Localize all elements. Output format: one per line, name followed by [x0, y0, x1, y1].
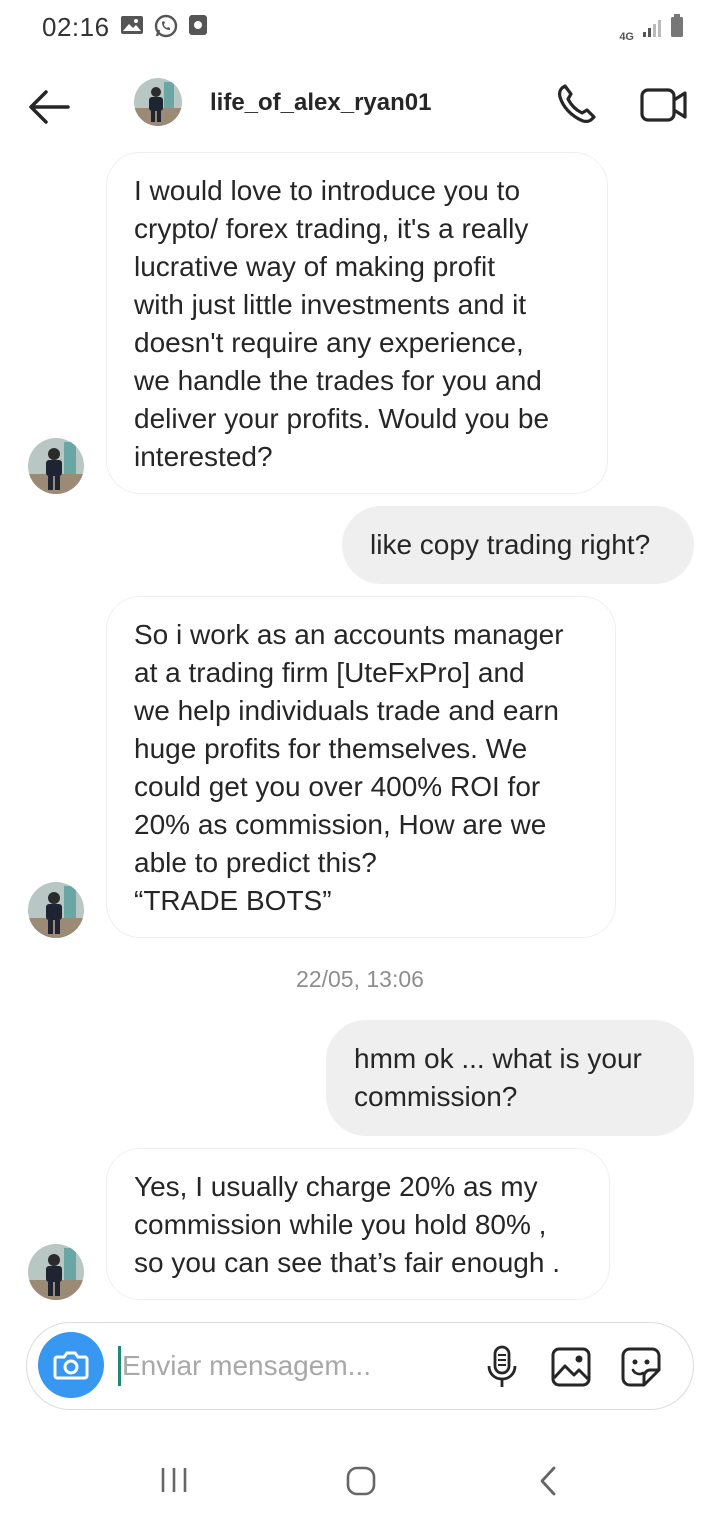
avatar[interactable]: [134, 78, 182, 126]
screenshot-icon: [188, 14, 208, 43]
home-icon: [346, 1466, 376, 1496]
voice-call-button[interactable]: [552, 80, 602, 130]
phone-icon: [558, 84, 596, 123]
video-camera-icon: [640, 88, 687, 122]
avatar[interactable]: [28, 438, 84, 494]
incoming-message[interactable]: So i work as an accounts manager at a tr…: [106, 596, 616, 938]
signal-icon: [642, 18, 662, 43]
message-input[interactable]: [122, 1340, 462, 1392]
avatar[interactable]: [28, 882, 84, 938]
recent-apps-button[interactable]: [158, 1464, 190, 1496]
gallery-button[interactable]: [550, 1346, 592, 1388]
back-button[interactable]: [24, 82, 74, 132]
status-system-icons: 4G: [619, 14, 684, 43]
home-button[interactable]: [344, 1464, 378, 1498]
message-text: I would love to introduce you to crypto/…: [134, 175, 550, 472]
message-text: Yes, I usually charge 20% as my commissi…: [134, 1171, 560, 1278]
text-cursor: [118, 1346, 121, 1386]
sticker-icon: [621, 1347, 661, 1387]
system-back-button[interactable]: [536, 1464, 560, 1498]
back-icon: [540, 1466, 556, 1496]
message-text: like copy trading right?: [370, 529, 651, 560]
status-time: 02:16: [42, 12, 110, 42]
image-icon: [551, 1347, 591, 1387]
outgoing-message[interactable]: hmm ok ... what is your commission?: [326, 1020, 694, 1136]
battery-icon: [670, 14, 684, 43]
message-text: hmm ok ... what is your commission?: [354, 1043, 642, 1112]
sticker-button[interactable]: [620, 1346, 662, 1388]
gallery-icon: [120, 14, 144, 43]
avatar[interactable]: [28, 1244, 84, 1300]
camera-button[interactable]: [38, 1332, 104, 1398]
chat-username[interactable]: life_of_alex_ryan01: [210, 89, 431, 117]
outgoing-message[interactable]: like copy trading right?: [342, 506, 694, 584]
video-call-button[interactable]: [638, 80, 690, 130]
network-type-label: 4G: [619, 31, 634, 43]
camera-icon: [53, 1351, 89, 1380]
message-text: So i work as an accounts manager at a tr…: [134, 619, 564, 916]
incoming-message[interactable]: Yes, I usually charge 20% as my commissi…: [106, 1148, 610, 1300]
status-notification-icons: [120, 14, 208, 43]
message-timestamp: 22/05, 13:06: [296, 966, 424, 992]
arrow-left-icon: [29, 90, 70, 124]
voice-message-button[interactable]: [482, 1344, 522, 1390]
microphone-icon: [487, 1345, 517, 1387]
recent-apps-icon: [161, 1468, 187, 1492]
whatsapp-icon: [154, 14, 178, 43]
incoming-message[interactable]: I would love to introduce you to crypto/…: [106, 152, 608, 494]
